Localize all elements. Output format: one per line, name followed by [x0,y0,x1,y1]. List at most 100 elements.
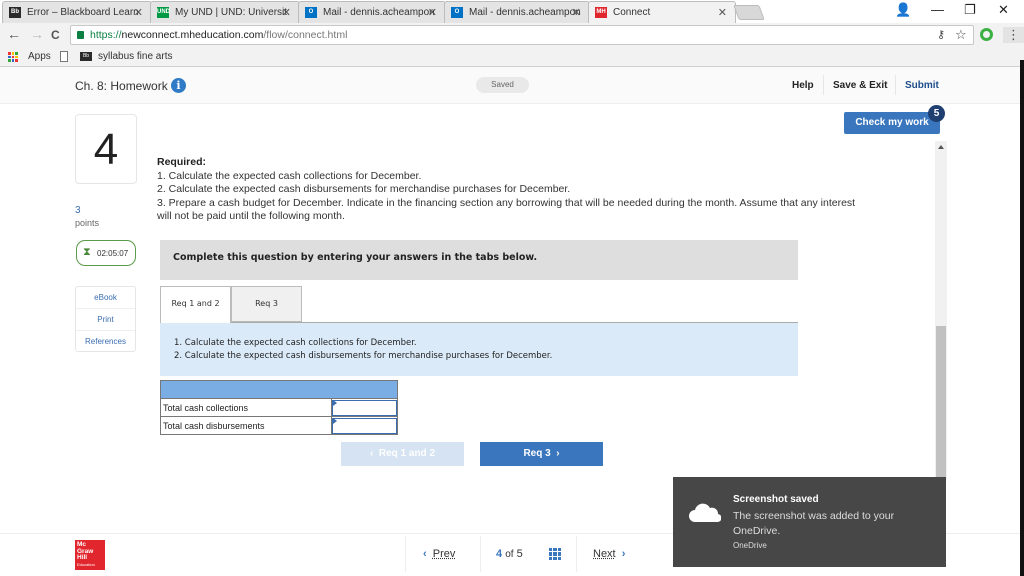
question-tools: eBook Print References [75,286,136,352]
divider [823,75,824,95]
instruction-item: 2. Calculate the expected cash disbursem… [174,350,553,361]
table-row: Total cash collections [160,398,398,417]
scrollbar-thumb[interactable] [936,326,946,481]
new-tab-button[interactable] [733,5,765,20]
question-grid-icon[interactable] [549,548,561,560]
bookmark-syllabus-fine-arts[interactable]: syllabus fine arts [98,51,172,62]
prev-req-label: Req 1 and 2 [378,448,436,459]
tab-instructions: 1. Calculate the expected cash collectio… [160,322,798,376]
assignment-header: Ch. 8: Homework i Saved Help Save & Exit… [0,67,1020,104]
next-req-button[interactable]: Req 3 › [480,442,603,466]
question-position[interactable]: 4 of 5 [496,548,523,560]
key-icon[interactable]: ⚷ [937,28,945,41]
tab-title: Error – Blackboard Learn [27,7,139,18]
forward-button[interactable]: → [30,26,44,42]
tab-close-icon[interactable]: ✕ [428,6,437,19]
outlook-favicon-icon: O [305,7,317,18]
browser-tab[interactable]: O Mail - dennis.acheampon ✕ [298,1,446,23]
page-icon[interactable] [60,51,68,62]
browser-tab-active[interactable]: MH Connect ✕ [588,1,736,24]
browser-tab[interactable]: O Mail - dennis.acheampon ✕ [444,1,590,23]
extension-icon[interactable] [980,28,993,41]
row-label: Total cash disbursements [160,416,332,435]
chevron-right-icon: › [615,548,626,560]
next-req-label: Req 3 [523,448,551,459]
tab-close-icon[interactable]: ✕ [134,6,143,19]
toast-source: OneDrive [733,541,767,550]
hourglass-icon: ⧗ [83,246,91,258]
und-favicon-icon: UND [157,7,170,18]
check-my-work-button[interactable]: Check my work [844,112,940,134]
onedrive-toast[interactable]: Screenshot saved The screenshot was adde… [673,477,946,567]
next-question-button[interactable]: Next › [593,548,625,560]
assignment-title: Ch. 8: Homework [75,79,168,93]
instruction-item: 1. Calculate the expected cash collectio… [174,338,417,348]
timer-value: 02:05:07 [97,249,129,258]
browser-tab-strip: Bb Error – Blackboard Learn ✕ UND My UND… [0,0,1024,24]
chevron-right-icon: › [550,448,560,459]
table-row: Total cash disbursements [160,416,398,435]
tab-close-icon[interactable]: ✕ [572,6,581,19]
reload-button[interactable]: C [51,28,60,42]
tab-req-3[interactable]: Req 3 [231,286,302,322]
address-bar[interactable]: https://newconnect.mheducation.com/flow/… [70,25,974,45]
scroll-up-arrow-icon[interactable] [938,145,944,149]
browser-tab[interactable]: Bb Error – Blackboard Learn ✕ [2,1,152,23]
prev-question-button[interactable]: ‹ Prev [423,548,455,560]
blackboard-favicon-icon: Bb [9,7,21,18]
tab-req-1-and-2[interactable]: Req 1 and 2 [160,286,231,323]
references-link[interactable]: References [76,331,135,353]
input-flag-icon [333,400,337,406]
chevron-left-icon: ‹ [423,548,433,560]
info-icon[interactable]: i [171,78,186,93]
toast-body: The screenshot was added to your OneDriv… [733,510,895,537]
window-edge [1020,60,1024,576]
toast-title: Screenshot saved [733,494,819,505]
total-cash-collections-input[interactable] [332,399,397,416]
points-label: points [75,218,100,228]
required-heading: Required: [157,156,207,168]
save-exit-link[interactable]: Save & Exit [833,80,887,91]
lock-icon [77,31,84,39]
url-scheme: https:// [90,29,122,41]
points-value: 3 [75,205,81,216]
row-label: Total cash collections [160,398,332,417]
tab-title: My UND | UND: Universit [175,7,288,18]
required-item: 1. Calculate the expected cash collectio… [157,169,422,182]
help-link[interactable]: Help [792,80,814,91]
browser-menu-icon[interactable]: ⋮ [1003,27,1024,43]
vertical-scrollbar[interactable] [935,141,947,481]
required-section: Required: 1. Calculate the expected cash… [157,156,867,224]
chevron-left-icon: ‹ [369,448,379,459]
divider [405,536,406,572]
submit-link[interactable]: Submit [905,80,939,91]
tab-close-icon[interactable]: ✕ [718,6,727,19]
browser-tab[interactable]: UND My UND | UND: Universit ✕ [150,1,300,23]
profile-icon[interactable]: 👤 [895,2,911,18]
answer-table-header [160,380,398,399]
apps-grid-icon [8,52,18,62]
restore-button[interactable]: ❐ [964,2,976,18]
back-button[interactable]: ← [7,26,21,42]
required-item: 3. Prepare a cash budget for December. I… [157,196,856,223]
outlook-favicon-icon: O [451,7,463,18]
minimize-button[interactable]: — [931,2,944,17]
divider [576,536,577,572]
complete-question-banner: Complete this question by entering your … [160,240,798,280]
saved-status-badge: Saved [476,77,529,93]
browser-toolbar: ← → C https://newconnect.mheducation.com… [0,23,1024,47]
print-link[interactable]: Print [76,309,135,331]
divider [895,75,896,95]
ebook-link[interactable]: eBook [76,287,135,309]
total-cash-disbursements-input[interactable] [332,417,397,434]
close-window-button[interactable]: ✕ [998,2,1009,18]
answer-table: Total cash collections Total cash disbur… [160,380,398,435]
timer: ⧗ 02:05:07 [76,240,136,266]
divider [480,536,481,572]
bookmark-star-icon[interactable]: ☆ [955,27,967,43]
required-item: 2. Calculate the expected cash disbursem… [157,183,571,196]
tab-close-icon[interactable]: ✕ [282,6,291,19]
bookmark-apps[interactable]: Apps [28,51,51,62]
prev-req-button[interactable]: ‹ Req 1 and 2 [341,442,464,466]
tab-title: Mail - dennis.acheampon [323,7,435,18]
